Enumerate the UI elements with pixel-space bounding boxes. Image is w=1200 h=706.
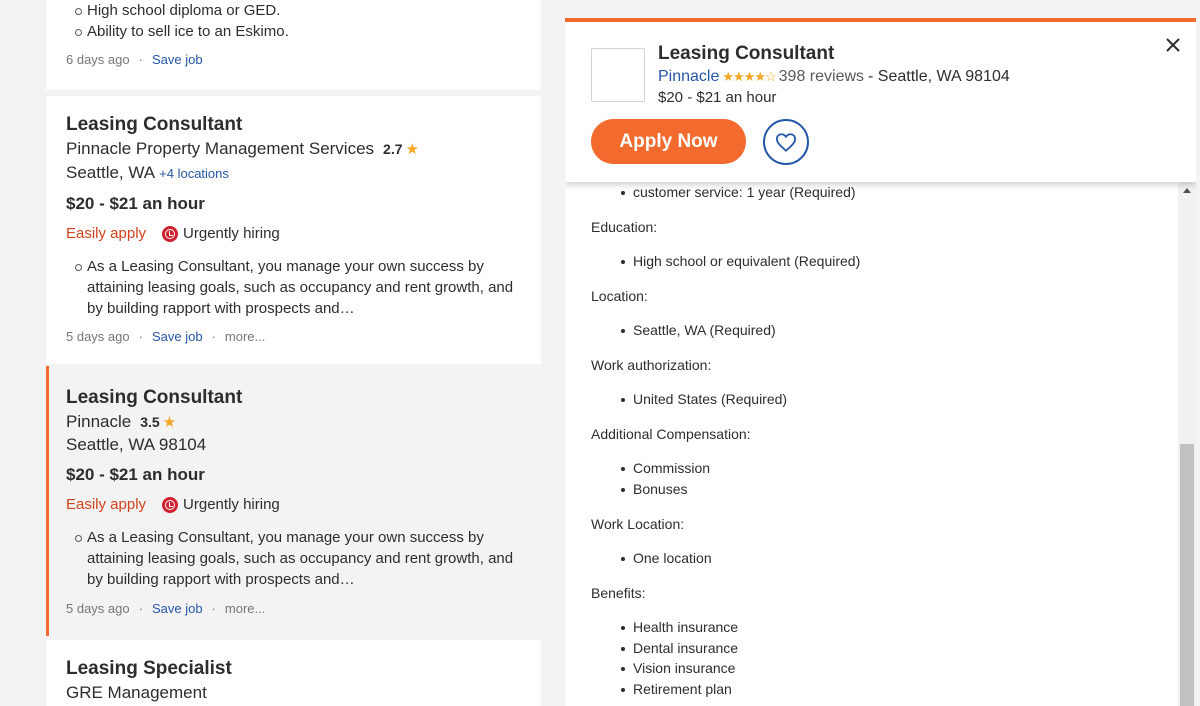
more-link[interactable]: more... — [225, 601, 265, 616]
benefit-item: Dental insurance — [621, 640, 738, 656]
urgent-badge: Urgently hiring — [162, 225, 280, 242]
compensation-item: Bonuses — [621, 481, 687, 497]
close-icon[interactable] — [1164, 36, 1182, 54]
scroll-up-arrow-icon[interactable] — [1183, 188, 1191, 193]
job-location-row: Seattle, WA +4 locations — [66, 163, 229, 183]
company-rating: 3.5 — [140, 414, 160, 430]
compensation-label: Additional Compensation: — [591, 426, 751, 442]
snippet-item: High school diploma or GED. — [66, 0, 526, 21]
job-location: Seattle, WA 98104 — [66, 435, 207, 454]
detail-company-row: Pinnacle ★★★★☆ 398 reviews - Seattle, WA… — [658, 68, 1010, 86]
detail-company-link[interactable]: Pinnacle — [658, 68, 719, 86]
scrollbar-thumb[interactable] — [1180, 444, 1194, 706]
job-snippet: As a Leasing Consultant, you manage your… — [66, 527, 526, 590]
job-card[interactable]: Leasing Consultant Pinnacle Property Man… — [46, 96, 541, 364]
urgent-label: Urgently hiring — [183, 225, 280, 242]
snippet-item: Ability to sell ice to an Eskimo. — [66, 21, 526, 42]
job-detail-pane: Leasing Consultant Pinnacle ★★★★☆ 398 re… — [565, 18, 1196, 706]
clock-icon — [162, 225, 179, 242]
more-locations-link[interactable]: +4 locations — [159, 166, 229, 181]
salary: $20 - $21 an hour — [66, 465, 205, 484]
work-location-item: One location — [621, 550, 712, 566]
job-snippet: As a Leasing Consultant, you manage your… — [66, 256, 526, 319]
education-label: Education: — [591, 219, 658, 235]
heart-icon — [775, 133, 797, 152]
job-card[interactable]: Leasing Specialist GRE Management — [46, 640, 541, 706]
job-title[interactable]: Leasing Consultant — [66, 387, 242, 409]
location-item: Seattle, WA (Required) — [621, 322, 776, 338]
posted-date: 5 days ago — [66, 601, 130, 616]
job-tags: Easily apply Urgently hiring — [66, 496, 280, 513]
company-name: Pinnacle Property Management Services — [66, 139, 375, 158]
posted-date: 5 days ago — [66, 329, 130, 344]
urgent-badge: Urgently hiring — [162, 496, 280, 513]
benefits-label: Benefits: — [591, 585, 646, 601]
separator: · — [211, 329, 216, 344]
save-job-link[interactable]: Save job — [152, 52, 203, 67]
save-job-link[interactable]: Save job — [152, 329, 203, 344]
job-meta: 5 days ago · Save job · more... — [66, 329, 265, 344]
more-link[interactable]: more... — [225, 329, 265, 344]
scrollbar[interactable] — [1178, 182, 1196, 706]
job-location: Seattle, WA — [66, 163, 156, 182]
company-row: Pinnacle 3.5 ★ — [66, 412, 176, 432]
experience-item: customer service: 1 year (Required) — [621, 184, 856, 200]
reviews-link[interactable]: 398 reviews — [779, 68, 864, 86]
easily-apply-badge: Easily apply — [66, 496, 147, 513]
education-item: High school or equivalent (Required) — [621, 253, 860, 269]
company-name: GRE Management — [66, 683, 207, 702]
save-job-button[interactable] — [763, 119, 809, 165]
apply-now-button[interactable]: Apply Now — [591, 119, 746, 164]
separator: · — [138, 601, 143, 616]
job-list: High school diploma or GED. Ability to s… — [46, 0, 541, 706]
job-meta: 6 days ago · Save job — [66, 52, 203, 67]
job-detail-header: Leasing Consultant Pinnacle ★★★★☆ 398 re… — [565, 22, 1196, 182]
location-label: Location: — [591, 288, 648, 304]
benefit-item: Retirement plan — [621, 681, 732, 697]
snippet-item: As a Leasing Consultant, you manage your… — [66, 527, 526, 590]
detail-location: - Seattle, WA 98104 — [868, 68, 1010, 85]
clock-icon — [162, 496, 179, 513]
easily-apply-badge: Easily apply — [66, 225, 147, 242]
benefit-item: Health insurance — [621, 619, 738, 635]
job-meta: 5 days ago · Save job · more... — [66, 601, 265, 616]
job-card-selected[interactable]: Leasing Consultant Pinnacle 3.5 ★ Seattl… — [46, 366, 541, 636]
job-title[interactable]: Leasing Consultant — [66, 114, 242, 136]
star-icon: ★ — [162, 414, 177, 431]
star-icon: ★ — [405, 141, 419, 158]
save-job-link[interactable]: Save job — [152, 601, 203, 616]
snippet-item: As a Leasing Consultant, you manage your… — [66, 256, 526, 319]
company-name: Pinnacle — [66, 412, 132, 431]
company-rating: 2.7 — [383, 141, 403, 157]
benefit-item: Vision insurance — [621, 660, 735, 676]
separator: · — [138, 52, 143, 67]
job-card[interactable]: High school diploma or GED. Ability to s… — [46, 0, 541, 90]
job-snippet: High school diploma or GED. Ability to s… — [66, 0, 526, 42]
salary: $20 - $21 an hour — [66, 194, 205, 213]
work-auth-item: United States (Required) — [621, 391, 787, 407]
job-title[interactable]: Leasing Specialist — [66, 658, 232, 680]
company-row: Pinnacle Property Management Services 2.… — [66, 139, 419, 159]
separator: · — [211, 601, 216, 616]
separator: · — [138, 329, 143, 344]
company-logo — [591, 48, 645, 102]
work-location-label: Work Location: — [591, 516, 685, 532]
detail-salary: $20 - $21 an hour — [658, 89, 777, 106]
star-rating-icon: ★★★★☆ — [722, 69, 776, 84]
work-auth-label: Work authorization: — [591, 357, 712, 373]
compensation-item: Commission — [621, 460, 710, 476]
urgent-label: Urgently hiring — [183, 496, 280, 513]
posted-date: 6 days ago — [66, 52, 130, 67]
detail-job-title: Leasing Consultant — [658, 43, 835, 64]
job-tags: Easily apply Urgently hiring — [66, 225, 280, 242]
